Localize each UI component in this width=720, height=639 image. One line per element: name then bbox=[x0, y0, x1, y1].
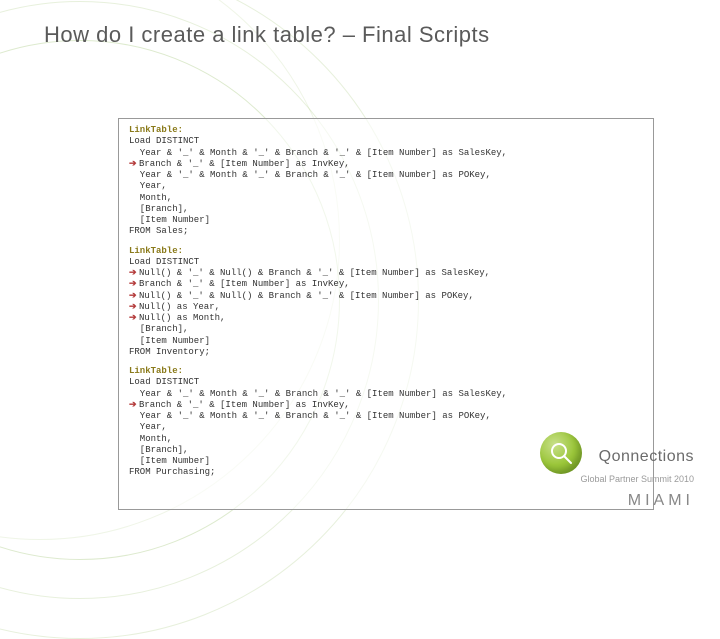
code-line: ➔Branch & '_' & [Item Number] as InvKey, bbox=[129, 279, 643, 290]
code-line: FROM Sales; bbox=[129, 226, 643, 237]
code-line: Year, bbox=[129, 181, 643, 192]
code-line: [Branch], bbox=[129, 324, 643, 335]
code-line: Load DISTINCT bbox=[129, 377, 643, 388]
arrow-icon: ➔ bbox=[129, 313, 139, 324]
page-title: How do I create a link table? – Final Sc… bbox=[44, 22, 490, 48]
arrow-icon: ➔ bbox=[129, 279, 139, 290]
brand-city: MIAMI bbox=[628, 492, 694, 510]
code-line: ➔Null() & '_' & Null() & Branch & '_' & … bbox=[129, 291, 643, 302]
code-line: [Item Number] bbox=[129, 336, 643, 347]
code-label: LinkTable: bbox=[129, 246, 643, 257]
code-line: Load DISTINCT bbox=[129, 136, 643, 147]
code-line: ➔Null() as Year, bbox=[129, 302, 643, 313]
code-line: Year & '_' & Month & '_' & Branch & '_' … bbox=[129, 170, 643, 181]
arrow-icon: ➔ bbox=[129, 302, 139, 313]
code-line: Load DISTINCT bbox=[129, 257, 643, 268]
code-label: LinkTable: bbox=[129, 125, 643, 136]
arrow-icon: ➔ bbox=[129, 400, 139, 411]
code-label: LinkTable: bbox=[129, 366, 643, 377]
arrow-icon: ➔ bbox=[129, 268, 139, 279]
code-line: ➔Null() as Month, bbox=[129, 313, 643, 324]
code-line: ➔Branch & '_' & [Item Number] as InvKey, bbox=[129, 400, 643, 411]
code-line: [Item Number] bbox=[129, 215, 643, 226]
brand-name: Qonnections bbox=[599, 448, 694, 466]
code-line: FROM Inventory; bbox=[129, 347, 643, 358]
brand-subtitle: Global Partner Summit 2010 bbox=[580, 474, 694, 484]
code-line: Year & '_' & Month & '_' & Branch & '_' … bbox=[129, 389, 643, 400]
arrow-icon: ➔ bbox=[129, 291, 139, 302]
code-line: ➔Branch & '_' & [Item Number] as InvKey, bbox=[129, 159, 643, 170]
code-line: Year & '_' & Month & '_' & Branch & '_' … bbox=[129, 411, 643, 422]
code-line: [Branch], bbox=[129, 204, 643, 215]
brand-logo-icon bbox=[540, 432, 582, 474]
code-line: Month, bbox=[129, 193, 643, 204]
arrow-icon: ➔ bbox=[129, 159, 139, 170]
code-line: ➔Null() & '_' & Null() & Branch & '_' & … bbox=[129, 268, 643, 279]
code-line: Year & '_' & Month & '_' & Branch & '_' … bbox=[129, 148, 643, 159]
